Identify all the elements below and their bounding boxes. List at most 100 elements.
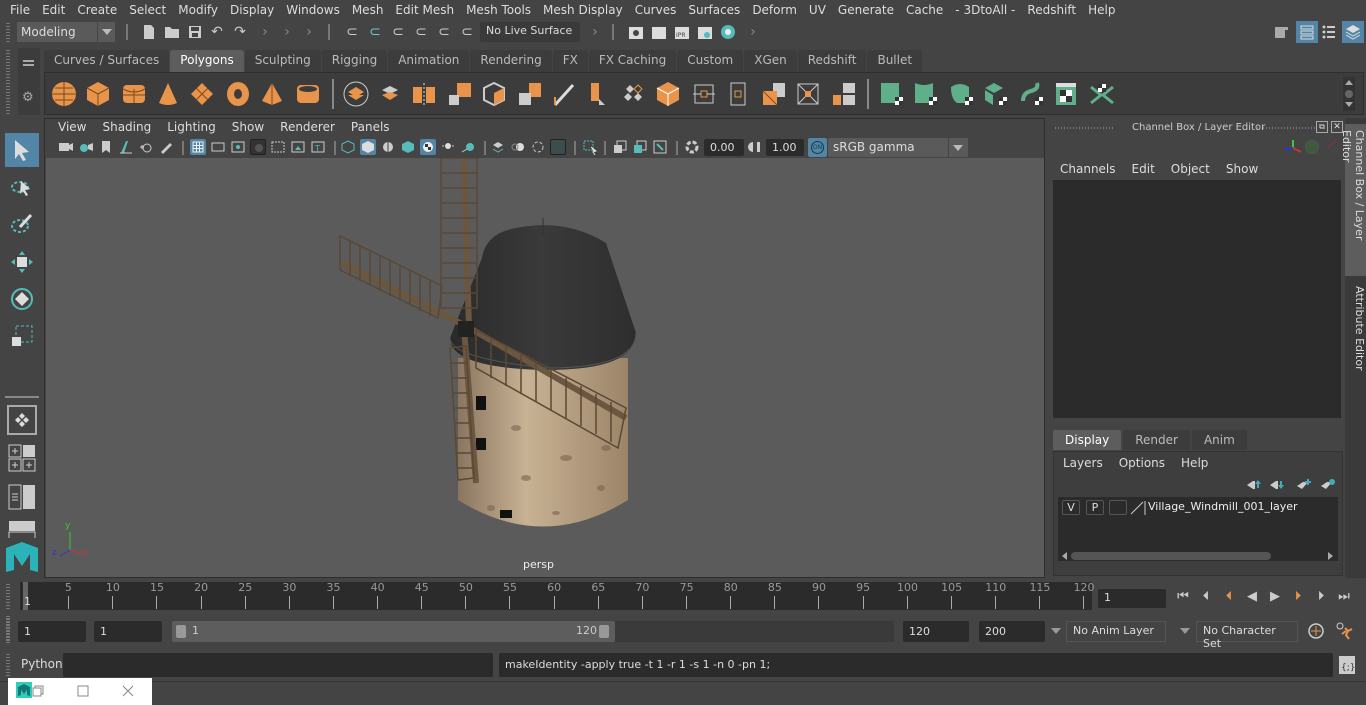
menu-mesh-tools[interactable]: Mesh Tools — [460, 3, 537, 17]
poly-cone-icon[interactable] — [155, 81, 181, 107]
anim-layer-dropdown[interactable]: No Anim Layer — [1066, 621, 1166, 642]
gate-mask-icon[interactable] — [250, 139, 266, 155]
scroll-down-icon[interactable] — [1345, 102, 1353, 107]
script-editor-icon[interactable]: {;} — [1338, 655, 1356, 675]
channel-menu-object[interactable]: Object — [1171, 162, 1210, 176]
scene-end-field[interactable]: 200 — [979, 621, 1045, 642]
go-to-end-icon[interactable]: ⏭ — [1336, 588, 1352, 604]
channel-menu-edit[interactable]: Edit — [1132, 162, 1155, 176]
workspace-dropdown[interactable]: Modeling — [17, 22, 115, 42]
grip-handle[interactable] — [6, 618, 10, 644]
poly-torus-icon[interactable] — [225, 81, 251, 107]
outliner-persp-layout-button[interactable] — [8, 484, 36, 510]
layout-uv-icon[interactable] — [1089, 81, 1115, 107]
shelf-tab-sculpting[interactable]: Sculpting — [244, 50, 321, 72]
menu-file[interactable]: File — [4, 3, 36, 17]
move-tool[interactable] — [5, 245, 39, 279]
snap-live-icon[interactable]: ⊂ — [435, 23, 453, 41]
play-backwards-icon[interactable]: ◀ — [1244, 588, 1260, 604]
chevron-right-icon[interactable]: › — [586, 23, 604, 41]
layer-playback-toggle[interactable]: P — [1086, 500, 1104, 515]
poly-plane-icon[interactable] — [189, 81, 215, 107]
shelf-tabs-menu-icon[interactable] — [23, 60, 34, 66]
menu-curves[interactable]: Curves — [629, 3, 683, 17]
insert-edge-loop-icon[interactable] — [655, 81, 681, 107]
command-language-label[interactable]: Python — [21, 657, 63, 671]
isolate-select-icon[interactable] — [582, 139, 598, 155]
grip-handle[interactable] — [1257, 127, 1317, 129]
modeling-toolkit-icon[interactable] — [1272, 23, 1290, 41]
color-space-dropdown[interactable]: sRGB gamma — [828, 138, 968, 157]
chevron-right-icon[interactable]: › — [278, 23, 296, 41]
snap-curve-icon[interactable]: ⊂ — [366, 23, 384, 41]
hyperbolic-icon[interactable] — [1326, 138, 1338, 150]
viewport-menu-shading[interactable]: Shading — [94, 120, 159, 138]
scroll-up-icon[interactable] — [1345, 80, 1353, 85]
exposure-field[interactable]: 0.00 — [704, 139, 744, 156]
menu-select[interactable]: Select — [123, 3, 172, 17]
default-material-icon[interactable] — [380, 139, 396, 155]
viewport-menu-show[interactable]: Show — [224, 120, 272, 138]
layer-color-swatch-icon[interactable] — [1130, 500, 1146, 515]
select-tool[interactable] — [5, 133, 39, 167]
ipr-render-icon[interactable]: IPR — [673, 23, 691, 41]
poke-icon[interactable] — [761, 81, 787, 107]
new-layer-icon[interactable] — [1296, 478, 1312, 490]
time-slider[interactable]: 1 5 10 15 20 25 30 35 40 45 50 55 60 65 70 75 80 85 90 95 1… — [20, 581, 1095, 610]
tool-settings-icon[interactable] — [1320, 23, 1338, 41]
hypershade-icon[interactable] — [719, 23, 737, 41]
bookmark-icon[interactable] — [98, 139, 114, 155]
xray-joints-icon[interactable] — [652, 139, 668, 155]
redo-icon[interactable]: ↷ — [231, 23, 249, 41]
chevron-down-icon[interactable] — [1051, 628, 1061, 634]
command-input[interactable] — [63, 653, 493, 677]
grid-icon[interactable] — [190, 139, 206, 155]
use-all-lights-icon[interactable] — [440, 139, 456, 155]
playback-start-field[interactable]: 1 — [94, 621, 162, 642]
3d-viewport[interactable]: y x z persp — [46, 158, 1044, 577]
wireframe-icon[interactable] — [340, 139, 356, 155]
field-chart-icon[interactable] — [270, 139, 286, 155]
extract-icon[interactable] — [795, 81, 821, 107]
menu-redshift[interactable]: Redshift — [1021, 3, 1082, 17]
chevron-right-icon[interactable]: › — [744, 23, 762, 41]
manipulator-axis-icon[interactable] — [1283, 138, 1303, 156]
channel-box-toggle-icon[interactable] — [1342, 21, 1364, 43]
film-gate-icon[interactable] — [210, 139, 226, 155]
new-layer-selected-icon[interactable] — [1320, 478, 1336, 490]
snap-view-plane-icon[interactable]: ⊂ — [412, 23, 430, 41]
viewport-menu-view[interactable]: View — [50, 120, 94, 138]
layer-visibility-toggle[interactable]: V — [1062, 500, 1080, 515]
play-forwards-icon[interactable]: ▶ — [1267, 588, 1283, 604]
spherical-uv-icon[interactable] — [949, 81, 975, 107]
multicut-icon[interactable] — [551, 81, 577, 107]
menu-edit[interactable]: Edit — [36, 3, 71, 17]
step-forward-key-icon[interactable]: ⏵ — [1290, 588, 1306, 604]
menu-mesh[interactable]: Mesh — [346, 3, 390, 17]
menu-create[interactable]: Create — [71, 3, 123, 17]
poly-cube-icon[interactable] — [85, 81, 111, 107]
camera-icon[interactable] — [58, 139, 74, 155]
grip-handle[interactable] — [6, 23, 10, 43]
menu-deform[interactable]: Deform — [746, 3, 803, 17]
shelf-tab-xgen[interactable]: XGen — [744, 50, 797, 72]
2d-pan-zoom-icon[interactable] — [138, 139, 154, 155]
grip-handle[interactable] — [6, 654, 10, 676]
layer-menu-options[interactable]: Options — [1119, 456, 1165, 470]
shelf-tab-bullet[interactable]: Bullet — [867, 50, 923, 72]
layer-menu-help[interactable]: Help — [1181, 456, 1208, 470]
open-scene-icon[interactable] — [163, 23, 181, 41]
snap-surface-icon[interactable]: ⊂ — [458, 23, 476, 41]
step-back-frame-icon[interactable]: ⏴ — [1198, 588, 1214, 604]
scrollbar-thumb[interactable] — [1071, 552, 1271, 560]
snap-point-icon[interactable]: ⊂ — [389, 23, 407, 41]
live-surface-field[interactable]: No Live Surface — [480, 22, 580, 42]
four-view-layout-button[interactable] — [8, 444, 36, 472]
save-scene-icon[interactable] — [186, 23, 204, 41]
poly-pyramid-icon[interactable] — [259, 81, 285, 107]
menu-windows[interactable]: Windows — [280, 3, 346, 17]
motion-blur-icon[interactable] — [510, 139, 526, 155]
resolution-gate-icon[interactable] — [230, 139, 246, 155]
bridge-icon[interactable] — [517, 81, 543, 107]
gamma-icon[interactable] — [748, 139, 764, 155]
